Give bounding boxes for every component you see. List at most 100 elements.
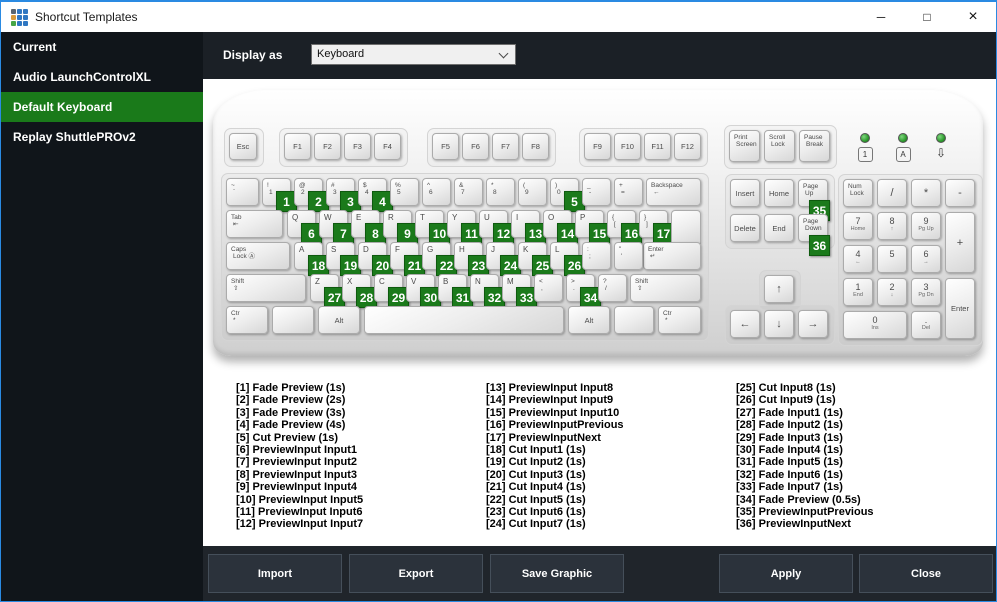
key-arrow-left[interactable]: ← <box>730 310 760 338</box>
key-numpad-5[interactable]: 5 <box>877 245 907 273</box>
key-slash[interactable]: ? / <box>598 274 627 302</box>
key-f7[interactable]: F7 <box>492 133 519 160</box>
key-minus[interactable]: _ - <box>582 178 611 206</box>
display-as-value: Keyboard <box>317 48 365 60</box>
shortcut-entry: [11] PreviewInput Input6 <box>236 506 363 519</box>
app-icon-cell <box>11 9 16 14</box>
key-backspace[interactable]: Backspace ← <box>646 178 701 206</box>
shortcut-entry: [17] PreviewInputNext <box>486 431 601 444</box>
shortcut-entry: [13] PreviewInput Input8 <box>486 382 614 394</box>
key-scroll-lock[interactable]: Scroll Lock <box>764 130 795 162</box>
key-numpad-0[interactable]: 0 Ins <box>843 311 907 339</box>
key-left-shift[interactable]: Shift ⇧ <box>226 274 306 302</box>
key-enter-top[interactable] <box>671 210 701 244</box>
key-arrow-up[interactable]: ↑ <box>764 275 794 303</box>
led-indicator <box>898 133 908 143</box>
window-minimize-button[interactable]: ─ <box>858 2 904 31</box>
export-button[interactable]: Export <box>349 554 483 593</box>
keyboard-graphic: Esc F1 F2 F3 F4 F5 F6 F7 F8 F9 F10 F11 F12 Print Scree… <box>213 90 983 356</box>
key-f4[interactable]: F4 <box>374 133 401 160</box>
key-9[interactable]: (9 <box>518 178 547 206</box>
key-print-screen[interactable]: Print Screen <box>729 130 760 162</box>
apply-button[interactable]: Apply <box>719 554 853 593</box>
key-tab[interactable]: Tab ⇤ <box>226 210 283 238</box>
key-delete[interactable]: Delete <box>730 214 760 242</box>
key-home[interactable]: Home <box>764 179 794 207</box>
shortcut-entry: [7] PreviewInput Input2 <box>236 456 358 469</box>
key-left-win[interactable] <box>272 306 314 334</box>
sidebar-item-current[interactable]: Current <box>1 32 203 62</box>
key-comma[interactable]: <, <box>534 274 563 302</box>
key-numpad-3[interactable]: 3 Pg Dn <box>911 278 941 306</box>
key-numpad-divide[interactable]: / <box>877 179 907 207</box>
shortcut-entry: [36] PreviewInputNext <box>736 518 851 531</box>
key-f1[interactable]: F1 <box>284 133 311 160</box>
key-esc[interactable]: Esc <box>229 133 257 160</box>
key-f3[interactable]: F3 <box>344 133 371 160</box>
key-right-ctr[interactable]: Ctr * <box>658 306 701 334</box>
key-f8[interactable]: F8 <box>522 133 549 160</box>
display-as-label: Display as <box>223 48 283 62</box>
app-icon-cell <box>17 15 22 20</box>
sidebar-item-audio-launchcontrolxl[interactable]: Audio LaunchControlXL <box>1 62 203 92</box>
shortcut-column-3: [25] Cut Input8 (1s) [26] Cut Input9 (1s)… <box>736 382 982 531</box>
key-6[interactable]: ^ 6 <box>422 178 451 206</box>
key-right-shift[interactable]: Shift ⇧ <box>630 274 701 302</box>
key-equals[interactable]: + = <box>614 178 643 206</box>
key-backtick[interactable]: ~ ` <box>226 178 259 206</box>
key-numpad-minus[interactable]: - <box>945 179 975 207</box>
key-f10[interactable]: F10 <box>614 133 641 160</box>
key-f11[interactable]: F11 <box>644 133 671 160</box>
key-numpad-dot[interactable]: . Del <box>911 311 941 339</box>
key-f12[interactable]: F12 <box>674 133 701 160</box>
key-left-alt[interactable]: Alt <box>318 306 360 334</box>
key-arrow-right[interactable]: → <box>798 310 828 338</box>
key-8[interactable]: * 8 <box>486 178 515 206</box>
key-f2[interactable]: F2 <box>314 133 341 160</box>
key-f5[interactable]: F5 <box>432 133 459 160</box>
key-pause-break[interactable]: Pause Break <box>799 130 830 162</box>
key-numpad-6[interactable]: 6 → <box>911 245 941 273</box>
key-numpad-multiply[interactable]: * <box>911 179 941 207</box>
key-numpad-plus[interactable]: + <box>945 212 975 273</box>
key-f9[interactable]: F9 <box>584 133 611 160</box>
key-end[interactable]: End <box>764 214 794 242</box>
key-left-ctr[interactable]: Ctr * <box>226 306 268 334</box>
shortcut-column-2: [13] PreviewInput Input8 [14] PreviewInpu… <box>486 382 732 531</box>
window-close-button[interactable]: × <box>950 2 996 31</box>
num-lock-led: 1 <box>854 133 876 162</box>
shortcut-column-1: [1] Fade Preview (1s) [2] Fade Preview (2… <box>236 382 482 531</box>
key-f6[interactable]: F6 <box>462 133 489 160</box>
key-numpad-8[interactable]: 8 ↑ <box>877 212 907 240</box>
key-arrow-down[interactable]: ↓ <box>764 310 794 338</box>
key-numpad-2[interactable]: 2 ↓ <box>877 278 907 306</box>
key-quote[interactable]: " ' <box>614 242 643 270</box>
key-num-lock[interactable]: Num Lock <box>843 179 873 207</box>
key-insert[interactable]: Insert <box>730 179 760 207</box>
import-button[interactable]: Import <box>208 554 342 593</box>
sidebar-item-replay-shuttleprov2[interactable]: Replay ShuttlePROv2 <box>1 122 203 152</box>
key-right-win[interactable] <box>614 306 654 334</box>
key-space[interactable] <box>364 306 564 334</box>
window-maximize-button[interactable]: □ <box>904 2 950 31</box>
key-caps-lock[interactable]: Caps Lock Ⓐ <box>226 242 290 270</box>
key-enter[interactable]: Enter ↵ <box>643 242 701 270</box>
shortcut-entry: [5] Cut Preview (1s) <box>236 431 339 444</box>
shortcut-entry: [15] PreviewInput Input10 <box>486 406 620 419</box>
key-5[interactable]: % 5 <box>390 178 419 206</box>
close-button[interactable]: Close <box>859 554 993 593</box>
key-numpad-7[interactable]: 7 Home <box>843 212 873 240</box>
shortcut-entry: [8] PreviewInput Input3 <box>236 468 358 481</box>
key-right-alt[interactable]: Alt <box>568 306 610 334</box>
sidebar-item-default-keyboard[interactable]: Default Keyboard <box>1 92 203 122</box>
key-numpad-enter[interactable]: Enter <box>945 278 975 339</box>
key-numpad-1[interactable]: 1 End <box>843 278 873 306</box>
key-numpad-9[interactable]: 9 Pg Up <box>911 212 941 240</box>
titlebar: Shortcut Templates ─ □ × <box>1 2 996 32</box>
window-title: Shortcut Templates <box>35 10 138 24</box>
key-semicolon[interactable]: :; <box>582 242 611 270</box>
save-graphic-button[interactable]: Save Graphic <box>490 554 624 593</box>
key-7[interactable]: & 7 <box>454 178 483 206</box>
display-as-dropdown[interactable]: Keyboard <box>311 44 516 65</box>
key-numpad-4[interactable]: 4 ← <box>843 245 873 273</box>
